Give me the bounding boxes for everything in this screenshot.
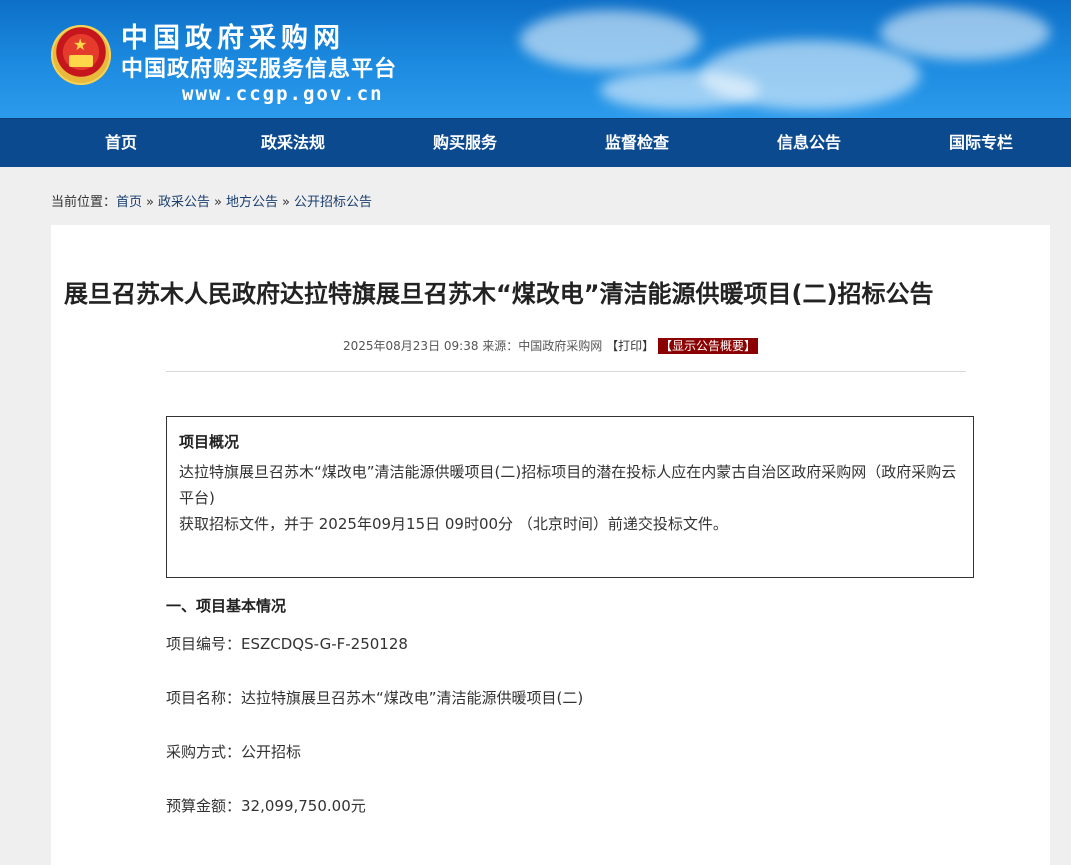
breadcrumb-open-tender[interactable]: 公开招标公告 <box>294 195 372 210</box>
nav-home[interactable]: 首页 <box>35 119 207 167</box>
print-button[interactable]: 【打印】 <box>606 339 654 353</box>
project-overview-box: 项目概况 达拉特旗展旦召苏木“煤改电”清洁能源供暖项目(二)招标项目的潜在投标人… <box>166 416 974 578</box>
overview-text: 达拉特旗展旦召苏木“煤改电”清洁能源供暖项目(二)招标项目的潜在投标人应在内蒙古… <box>179 463 957 507</box>
national-emblem-icon: ★ <box>51 25 111 85</box>
main-nav: 首页 政采法规 购买服务 监督检查 信息公告 国际专栏 <box>0 118 1071 167</box>
breadcrumb: 当前位置：首页 » 政采公告 » 地方公告 » 公开招标公告 <box>51 194 372 212</box>
breadcrumb-separator: » <box>282 195 290 210</box>
breadcrumb-home[interactable]: 首页 <box>116 195 142 210</box>
site-url[interactable]: www.ccgp.gov.cn <box>182 83 384 105</box>
site-subtitle: 中国政府购买服务信息平台 <box>121 57 398 82</box>
article-meta: 2025年08月23日 09:38 来源：中国政府采购网 【打印】 【显示公告概… <box>51 337 1050 355</box>
nav-regulations[interactable]: 政采法规 <box>207 119 379 167</box>
nav-announcements[interactable]: 信息公告 <box>723 119 895 167</box>
cloud-decoration <box>880 5 1050 60</box>
breadcrumb-local[interactable]: 地方公告 <box>226 195 278 210</box>
breadcrumb-separator: » <box>146 195 154 210</box>
nav-supervision[interactable]: 监督检查 <box>551 119 723 167</box>
divider <box>166 371 966 372</box>
cloud-decoration <box>520 10 700 70</box>
cloud-decoration <box>600 70 760 110</box>
breadcrumb-label: 当前位置： <box>51 195 117 210</box>
publish-date: 2025年08月23日 09:38 <box>342 339 479 353</box>
breadcrumb-announcements[interactable]: 政采公告 <box>158 195 210 210</box>
breadcrumb-separator: » <box>214 195 222 210</box>
nav-international[interactable]: 国际专栏 <box>895 119 1067 167</box>
nav-purchase-services[interactable]: 购买服务 <box>379 119 551 167</box>
site-banner: ★ 中国政府采购网 中国政府购买服务信息平台 www.ccgp.gov.cn <box>0 0 1071 118</box>
page-title: 展旦召苏木人民政府达拉特旗展旦召苏木“煤改电”清洁能源供暖项目(二)招标公告 <box>64 280 934 308</box>
budget-amount: 预算金额：32,099,750.00元 <box>166 797 366 815</box>
section-heading: 一、项目基本情况 <box>166 597 287 615</box>
project-name: 项目名称：达拉特旗展旦召苏木“煤改电”清洁能源供暖项目(二) <box>166 689 584 707</box>
procurement-method: 采购方式：公开招标 <box>166 743 302 761</box>
article-source: 来源：中国政府采购网 <box>482 339 603 353</box>
site-title: 中国政府采购网 <box>121 23 345 54</box>
show-summary-button[interactable]: 【显示公告概要】 <box>657 338 758 354</box>
article-panel: 展旦召苏木人民政府达拉特旗展旦召苏木“煤改电”清洁能源供暖项目(二)招标公告 2… <box>51 225 1050 865</box>
overview-text: 获取招标文件，并于 2025年09月15日 09时00分 （北京时间）前递交投标… <box>179 515 728 533</box>
project-number: 项目编号：ESZCDQS-G-F-250128 <box>166 635 408 653</box>
overview-heading: 项目概况 <box>179 433 240 451</box>
